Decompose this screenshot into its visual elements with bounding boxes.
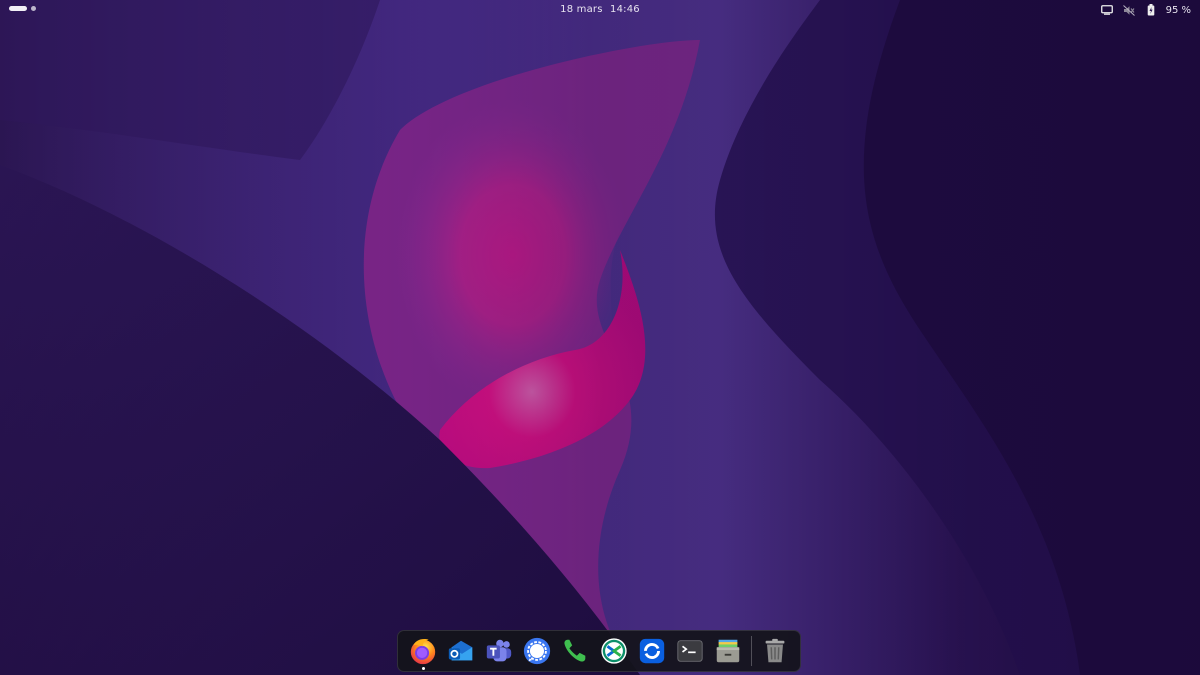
firefox-icon: [410, 639, 436, 665]
dock-separator: [750, 636, 752, 666]
dock-item-sync[interactable]: [633, 631, 671, 671]
dock-item-outlook[interactable]: [442, 631, 480, 671]
phone-icon: [564, 639, 586, 662]
dock-item-trash[interactable]: [756, 631, 794, 671]
signal-icon: [524, 637, 551, 665]
clock-date: 18 mars: [560, 4, 603, 15]
top-bar: 18 mars 14:46 95 %: [0, 0, 1200, 20]
dock-item-firefox[interactable]: [404, 631, 442, 671]
dock-item-phone[interactable]: [556, 631, 594, 671]
speaker-muted-icon: [1122, 3, 1136, 17]
battery-icon: [1144, 3, 1158, 17]
battery-percentage: 95 %: [1165, 4, 1191, 16]
dock-item-signal[interactable]: [518, 631, 556, 671]
clock-time: 14:46: [610, 4, 640, 15]
archive-icon: [716, 639, 740, 663]
system-tray[interactable]: 95 %: [1100, 3, 1191, 17]
remote-desktop-icon: [600, 638, 627, 664]
dock-item-teams[interactable]: [480, 631, 518, 671]
clock-button[interactable]: 18 mars 14:46: [0, 4, 1200, 15]
outlook-icon: [448, 640, 473, 661]
dock-item-archive[interactable]: [709, 631, 747, 671]
dock-item-remote-desktop[interactable]: [595, 631, 633, 671]
dock: [397, 630, 801, 672]
desktop-wallpaper: [0, 0, 1200, 675]
terminal-icon: [677, 640, 703, 662]
teams-icon: [487, 639, 512, 662]
sync-icon: [639, 638, 664, 664]
running-indicator: [421, 667, 425, 670]
dock-item-terminal[interactable]: [671, 631, 709, 671]
trash-icon: [765, 638, 785, 663]
screen-icon: [1100, 3, 1114, 17]
